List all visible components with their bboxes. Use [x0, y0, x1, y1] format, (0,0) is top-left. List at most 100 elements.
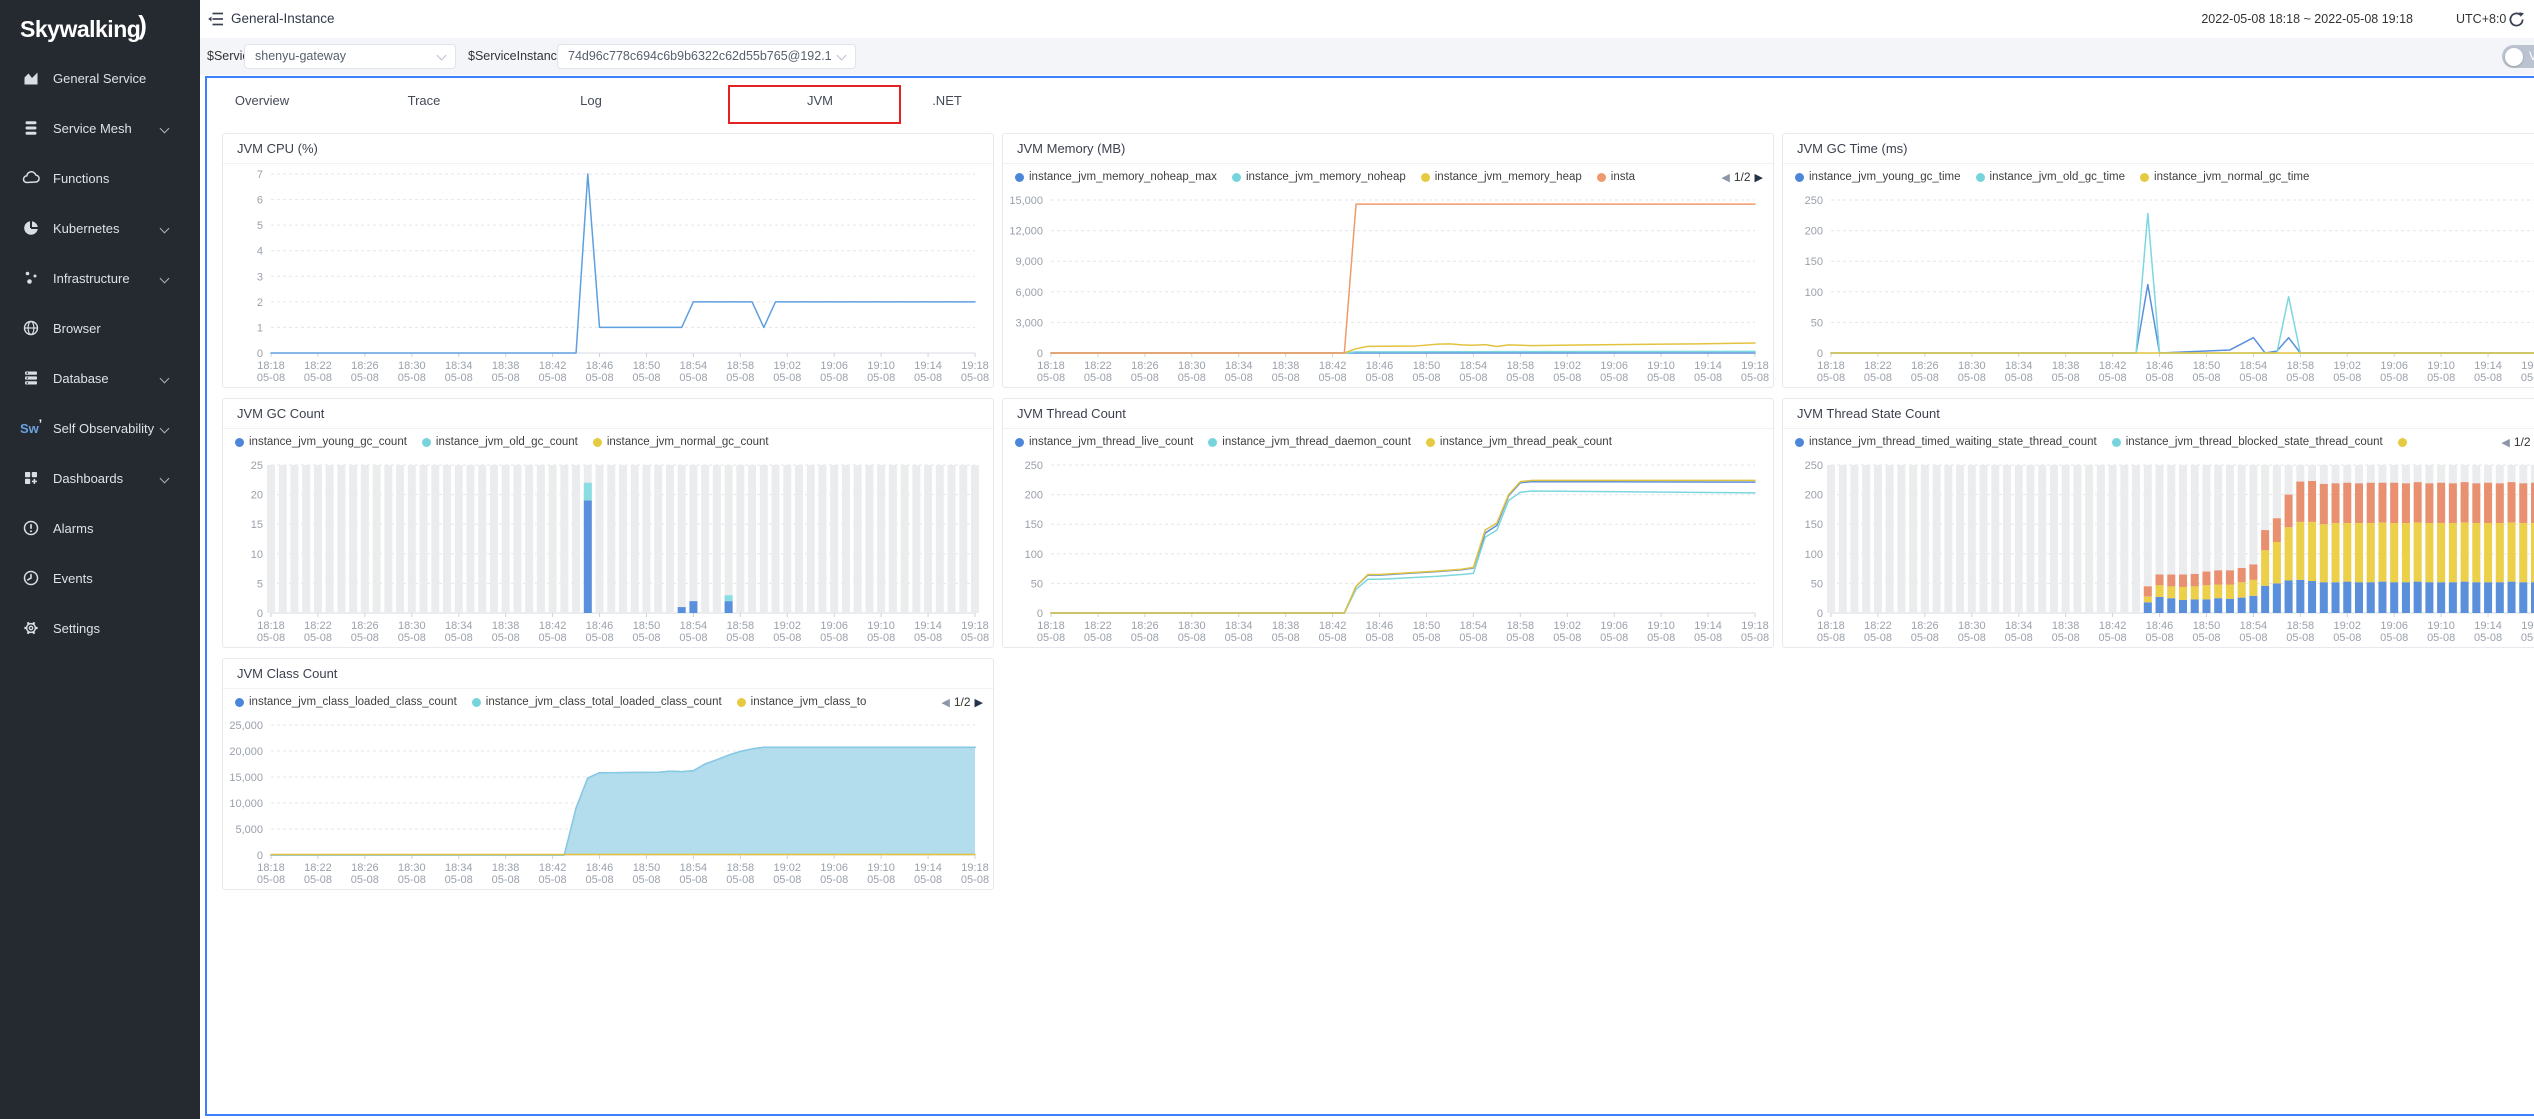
sidebar-item-database[interactable]: Database: [0, 353, 200, 403]
svg-text:0: 0: [1817, 348, 1823, 360]
menu-fold-icon[interactable]: [208, 12, 224, 26]
tab-trace[interactable]: Trace: [408, 78, 441, 124]
legend-item[interactable]: instance_jvm_memory_noheap: [1232, 171, 1406, 183]
legend-item[interactable]: instance_jvm_thread_timed_waiting_state_…: [1795, 436, 2097, 448]
view-toggle[interactable]: V: [2502, 45, 2534, 68]
svg-text:0: 0: [1817, 608, 1823, 620]
sidebar-item-infrastructure[interactable]: Infrastructure: [0, 253, 200, 303]
sidebar-item-general-service[interactable]: General Service: [0, 53, 200, 103]
svg-text:18:50: 18:50: [1413, 620, 1441, 632]
sidebar-item-label: Browser: [53, 321, 101, 336]
sidebar-item-service-mesh[interactable]: Service Mesh: [0, 103, 200, 153]
legend-item[interactable]: instance_jvm_class_loaded_class_count: [235, 696, 457, 708]
legend-label: instance_jvm_memory_noheap: [1246, 171, 1406, 183]
svg-text:05-08: 05-08: [492, 372, 520, 384]
refresh-icon[interactable]: [2508, 11, 2525, 28]
sidebar-item-events[interactable]: Events: [0, 553, 200, 603]
svg-text:18:38: 18:38: [492, 620, 520, 632]
legend-item[interactable]: instance_jvm_memory_heap: [1421, 171, 1582, 183]
sidebar-item-self-observability[interactable]: Sw’ Self Observability: [0, 403, 200, 453]
svg-text:05-08: 05-08: [1741, 632, 1769, 644]
svg-text:18:58: 18:58: [2287, 360, 2315, 372]
legend-item[interactable]: instance_jvm_young_gc_count: [235, 436, 407, 448]
chart-card-jvm-gc-count: JVM GC Count instance_jvm_young_gc_count…: [222, 398, 994, 648]
legend-item[interactable]: instance_jvm_thread_blocked_state_thread…: [2112, 436, 2383, 448]
legend-item[interactable]: instance_jvm_thread_live_count: [1015, 436, 1193, 448]
svg-text:250: 250: [1025, 460, 1043, 472]
svg-text:05-08: 05-08: [2239, 372, 2267, 384]
legend-item[interactable]: insta: [1597, 171, 1635, 183]
legend-next-icon[interactable]: ▶: [1755, 171, 1763, 184]
svg-text:18:54: 18:54: [1460, 360, 1488, 372]
legend-item[interactable]: instance_jvm_old_gc_time: [1976, 171, 2126, 183]
legend-dot-icon: [1208, 438, 1217, 447]
legend-dot-icon: [1795, 438, 1804, 447]
svg-text:05-08: 05-08: [1911, 372, 1939, 384]
sidebar-item-dashboards[interactable]: Dashboards: [0, 453, 200, 503]
svg-text:19:18: 19:18: [961, 620, 989, 632]
tab-log[interactable]: Log: [580, 78, 602, 124]
svg-text:05-08: 05-08: [632, 372, 660, 384]
svg-text:18:46: 18:46: [1366, 360, 1394, 372]
svg-text:05-08: 05-08: [2333, 372, 2361, 384]
legend-item[interactable]: instance_jvm_class_to: [737, 696, 867, 708]
legend-item[interactable]: instance_jvm_thread_peak_count: [1426, 436, 1612, 448]
legend-label: instance_jvm_normal_gc_time: [2154, 171, 2309, 183]
svg-text:05-08: 05-08: [539, 372, 567, 384]
legend-item[interactable]: instance_jvm_memory_noheap_max: [1015, 171, 1217, 183]
svg-text:0: 0: [257, 850, 263, 862]
legend-item[interactable]: instance_jvm_class_total_loaded_class_co…: [472, 696, 722, 708]
sidebar-item-functions[interactable]: Functions: [0, 153, 200, 203]
tab-overview[interactable]: Overview: [235, 78, 289, 124]
svg-text:18:38: 18:38: [2052, 360, 2080, 372]
legend-prev-icon[interactable]: ◀: [1721, 171, 1729, 184]
clock-icon: [22, 569, 40, 587]
sidebar-item-kubernetes[interactable]: Kubernetes: [0, 203, 200, 253]
svg-text:18:54: 18:54: [680, 360, 708, 372]
legend-pagination: ◀1/2▶: [2497, 435, 2534, 449]
tab-jvm[interactable]: JVM: [807, 78, 833, 124]
svg-text:3: 3: [257, 271, 263, 283]
svg-text:05-08: 05-08: [2427, 632, 2455, 644]
svg-text:19:06: 19:06: [820, 360, 848, 372]
sidebar-item-browser[interactable]: Browser: [0, 303, 200, 353]
svg-text:18:50: 18:50: [633, 862, 661, 874]
svg-text:18:42: 18:42: [539, 620, 567, 632]
legend-prev-icon[interactable]: ◀: [941, 696, 949, 709]
svg-text:15,000: 15,000: [229, 772, 263, 784]
tab-dotnet[interactable]: .NET: [932, 78, 962, 124]
svg-text:19:02: 19:02: [774, 620, 802, 632]
legend-item[interactable]: instance_jvm_old_gc_count: [422, 436, 578, 448]
chart-legend: instance_jvm_class_loaded_class_count ins…: [223, 689, 993, 715]
svg-text:19:18: 19:18: [961, 360, 989, 372]
service-select[interactable]: shenyu-gateway: [244, 44, 456, 69]
legend-prev-icon[interactable]: ◀: [2501, 436, 2509, 449]
legend-item[interactable]: instance_jvm_thread_daemon_count: [1208, 436, 1411, 448]
cloud-icon: [22, 169, 40, 187]
chart-plot: 05010015020025018:1805-0818:2205-0818:26…: [1783, 190, 2534, 387]
svg-text:19:02: 19:02: [2334, 360, 2362, 372]
svg-text:25,000: 25,000: [229, 720, 263, 732]
legend-next-icon[interactable]: ▶: [975, 696, 983, 709]
instance-select[interactable]: 74d96c778c694c6b9b6322c62d55b765@192.168: [557, 44, 856, 69]
svg-text:05-08: 05-08: [914, 372, 942, 384]
chevron-down-icon: [437, 51, 447, 61]
svg-text:05-08: 05-08: [1958, 632, 1986, 644]
legend-item[interactable]: instance_jvm_normal_gc_time: [2140, 171, 2309, 183]
svg-text:18:58: 18:58: [2287, 620, 2315, 632]
svg-text:18:22: 18:22: [1864, 620, 1892, 632]
legend-dot-icon: [472, 698, 481, 707]
svg-text:50: 50: [1811, 317, 1823, 329]
svg-text:19:10: 19:10: [867, 620, 895, 632]
sidebar-item-label: Settings: [53, 621, 100, 636]
sidebar-item-alarms[interactable]: Alarms: [0, 503, 200, 553]
svg-text:05-08: 05-08: [632, 632, 660, 644]
sidebar-item-settings[interactable]: Settings: [0, 603, 200, 653]
svg-text:05-08: 05-08: [1412, 372, 1440, 384]
legend-item[interactable]: [2398, 438, 2412, 447]
legend-item[interactable]: instance_jvm_young_gc_time: [1795, 171, 1961, 183]
svg-text:05-08: 05-08: [1600, 372, 1628, 384]
svg-text:18:34: 18:34: [2005, 360, 2033, 372]
svg-text:05-08: 05-08: [398, 632, 426, 644]
legend-item[interactable]: instance_jvm_normal_gc_count: [593, 436, 769, 448]
